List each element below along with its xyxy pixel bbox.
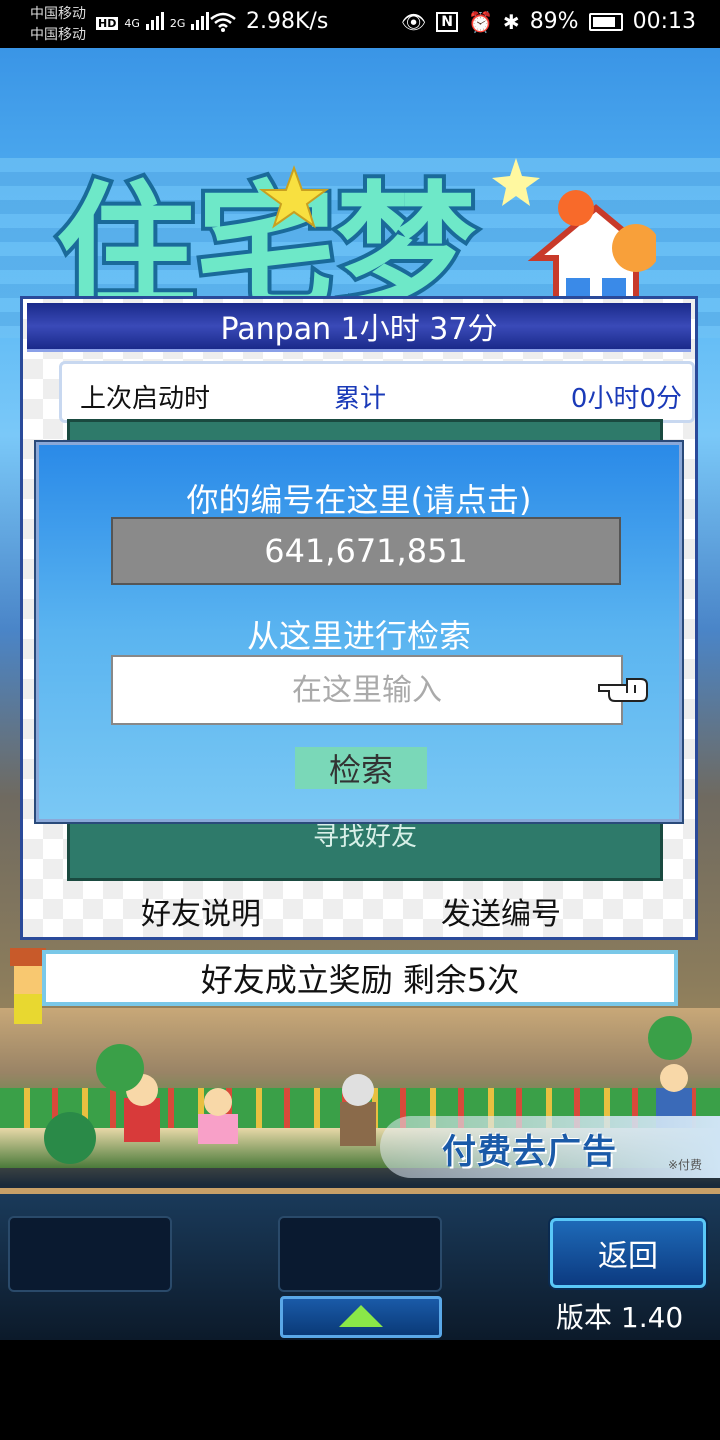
back-button[interactable]: 返回 [550,1218,706,1288]
eye-icon: 👁 [400,9,427,34]
network-4g: 4G [124,17,140,30]
alarm-icon: ⏰ [468,9,493,34]
friend-bonus-bar: 好友成立奖励 剩余5次 [42,950,678,1006]
search-label: 从这里进行检索 [246,617,471,655]
battery-percent: 89% [529,9,579,34]
status-bar: 中国移动 中国移动 HD 4G 2G 2.98K/s 👁 N ⏰ ✱ 89% 0… [0,0,720,48]
arrow-up-icon [339,1305,383,1327]
pointing-hand-icon [598,678,648,702]
carrier-2: 中国移动 [30,27,86,43]
remove-ads-note: ※付费 [667,1158,702,1172]
send-id-button[interactable]: 发送编号 [441,889,561,933]
friend-id-popup: 你的编号在这里(请点击) 641,671,851 从这里进行检索 检索 [36,442,682,822]
network-speed: 2.98K/s [246,9,329,34]
carrier-1: 中国移动 [30,6,86,22]
friend-help-button[interactable]: 好友说明 [141,889,261,933]
my-id-field[interactable]: 641,671,851 [111,517,621,585]
empty-slot-1[interactable] [8,1216,172,1292]
battery-icon [588,12,623,31]
game-screen[interactable]: 住宅梦 付费去广告 ※付费 返回 版本 1.40 Panpan 1小时 37分 [0,48,720,1340]
cumulative-time: 0小时0分 [570,384,682,414]
hd-badge: HD [96,17,119,30]
wifi-icon [210,12,236,38]
popup-title: 你的编号在这里(请点击) [186,481,532,519]
panel-header: Panpan 1小时 37分 [27,303,691,352]
signal-group: HD 4G 2G [96,8,210,30]
signal-icon-2 [191,8,210,30]
nfc-icon: N [436,11,459,32]
bluetooth-icon: ✱ [502,9,520,34]
character-grandma [340,1074,376,1146]
network-2g: 2G [169,17,186,30]
remove-ads-banner[interactable]: 付费去广告 ※付费 [380,1116,720,1178]
remove-ads-text: 付费去广告 [442,1132,617,1172]
version-label: 版本 1.40 [556,1301,684,1334]
character-pink [198,1088,238,1144]
bottom-black-bar [0,1340,720,1440]
cumulative-label: 累计 [334,384,387,414]
status-right: 👁 N ⏰ ✱ 89% 00:13 [401,9,696,34]
play-stats: 上次启动时 累计 0小时0分 [59,361,695,423]
signal-icon [145,8,164,30]
search-button[interactable]: 检索 [295,747,427,789]
expand-up-button[interactable] [280,1296,442,1338]
last-launch-label: 上次启动时 [80,384,211,414]
search-input[interactable] [111,655,623,725]
empty-slot-2[interactable] [278,1216,442,1292]
clock: 00:13 [632,9,696,34]
character-girl [10,948,46,1024]
